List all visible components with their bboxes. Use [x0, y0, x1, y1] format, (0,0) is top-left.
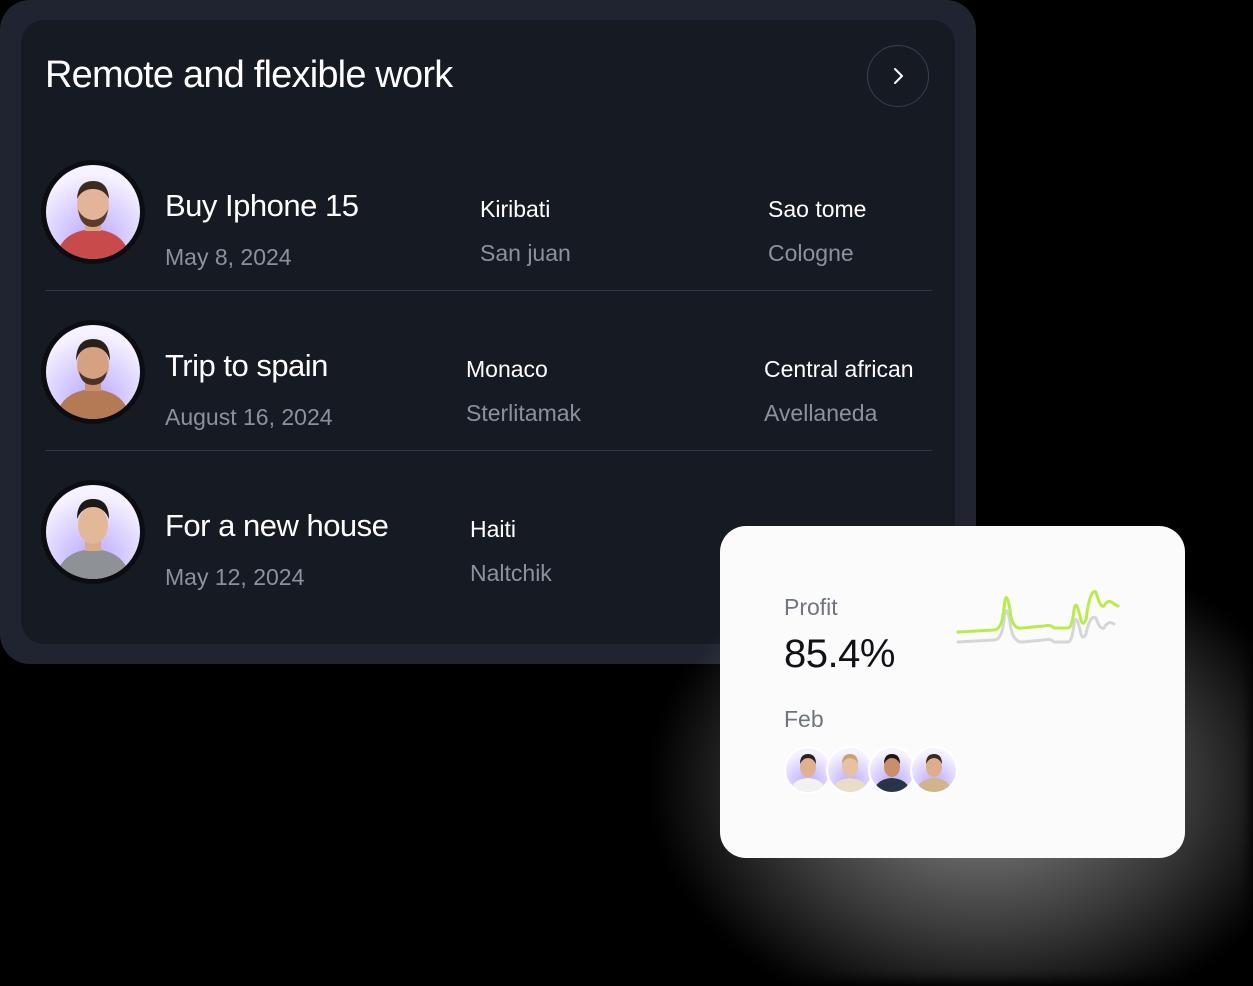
avatar [826, 746, 874, 794]
location-secondary: Avellaneda [764, 400, 878, 426]
location-primary: Central african [764, 356, 914, 382]
person-portrait-icon [790, 754, 826, 792]
avatar [868, 746, 916, 794]
month-label: Feb [784, 706, 824, 732]
card-title: Remote and flexible work [45, 54, 453, 96]
person-portrait-icon [832, 754, 868, 792]
avatar [41, 480, 145, 584]
location-primary: Kiribati [480, 196, 551, 222]
location-secondary: Cologne [768, 240, 854, 266]
location-secondary: Sterlitamak [466, 400, 582, 426]
row-title: Buy Iphone 15 [165, 188, 359, 223]
canvas: Remote and flexible work Buy Iphone 15 M… [0, 0, 1253, 986]
team-avatars [784, 746, 964, 794]
avatar [41, 160, 145, 264]
avatar [910, 746, 958, 794]
sparkline-line [956, 590, 1120, 634]
person-portrait-icon [916, 754, 952, 792]
profit-value: 85.4% [784, 632, 895, 676]
person-portrait-icon [56, 499, 130, 579]
profit-label: Profit [784, 594, 838, 620]
location-primary: Sao tome [768, 196, 867, 222]
location-secondary: Naltchik [470, 560, 552, 586]
location-primary: Monaco [466, 356, 548, 382]
avatar [784, 746, 832, 794]
row-date: May 8, 2024 [165, 244, 292, 270]
row-divider [45, 290, 932, 291]
row-date: May 12, 2024 [165, 564, 305, 590]
profit-card: Profit 85.4% Feb [720, 526, 1185, 858]
person-portrait-icon [874, 754, 910, 792]
chevron-right-icon [894, 68, 903, 84]
row-divider [45, 450, 932, 451]
list-item[interactable]: Trip to spain August 16, 2024 Monaco Ste… [21, 310, 955, 470]
list-item[interactable]: Buy Iphone 15 May 8, 2024 Kiribati San j… [21, 150, 955, 310]
row-title: Trip to spain [165, 348, 328, 383]
next-button[interactable] [867, 45, 929, 107]
profit-sparkline [956, 590, 1120, 644]
location-secondary: San juan [480, 240, 571, 266]
person-portrait-icon [56, 181, 130, 259]
row-title: For a new house [165, 508, 389, 543]
person-portrait-icon [56, 339, 130, 419]
row-date: August 16, 2024 [165, 404, 333, 430]
location-primary: Haiti [470, 516, 517, 542]
avatar [41, 320, 145, 424]
